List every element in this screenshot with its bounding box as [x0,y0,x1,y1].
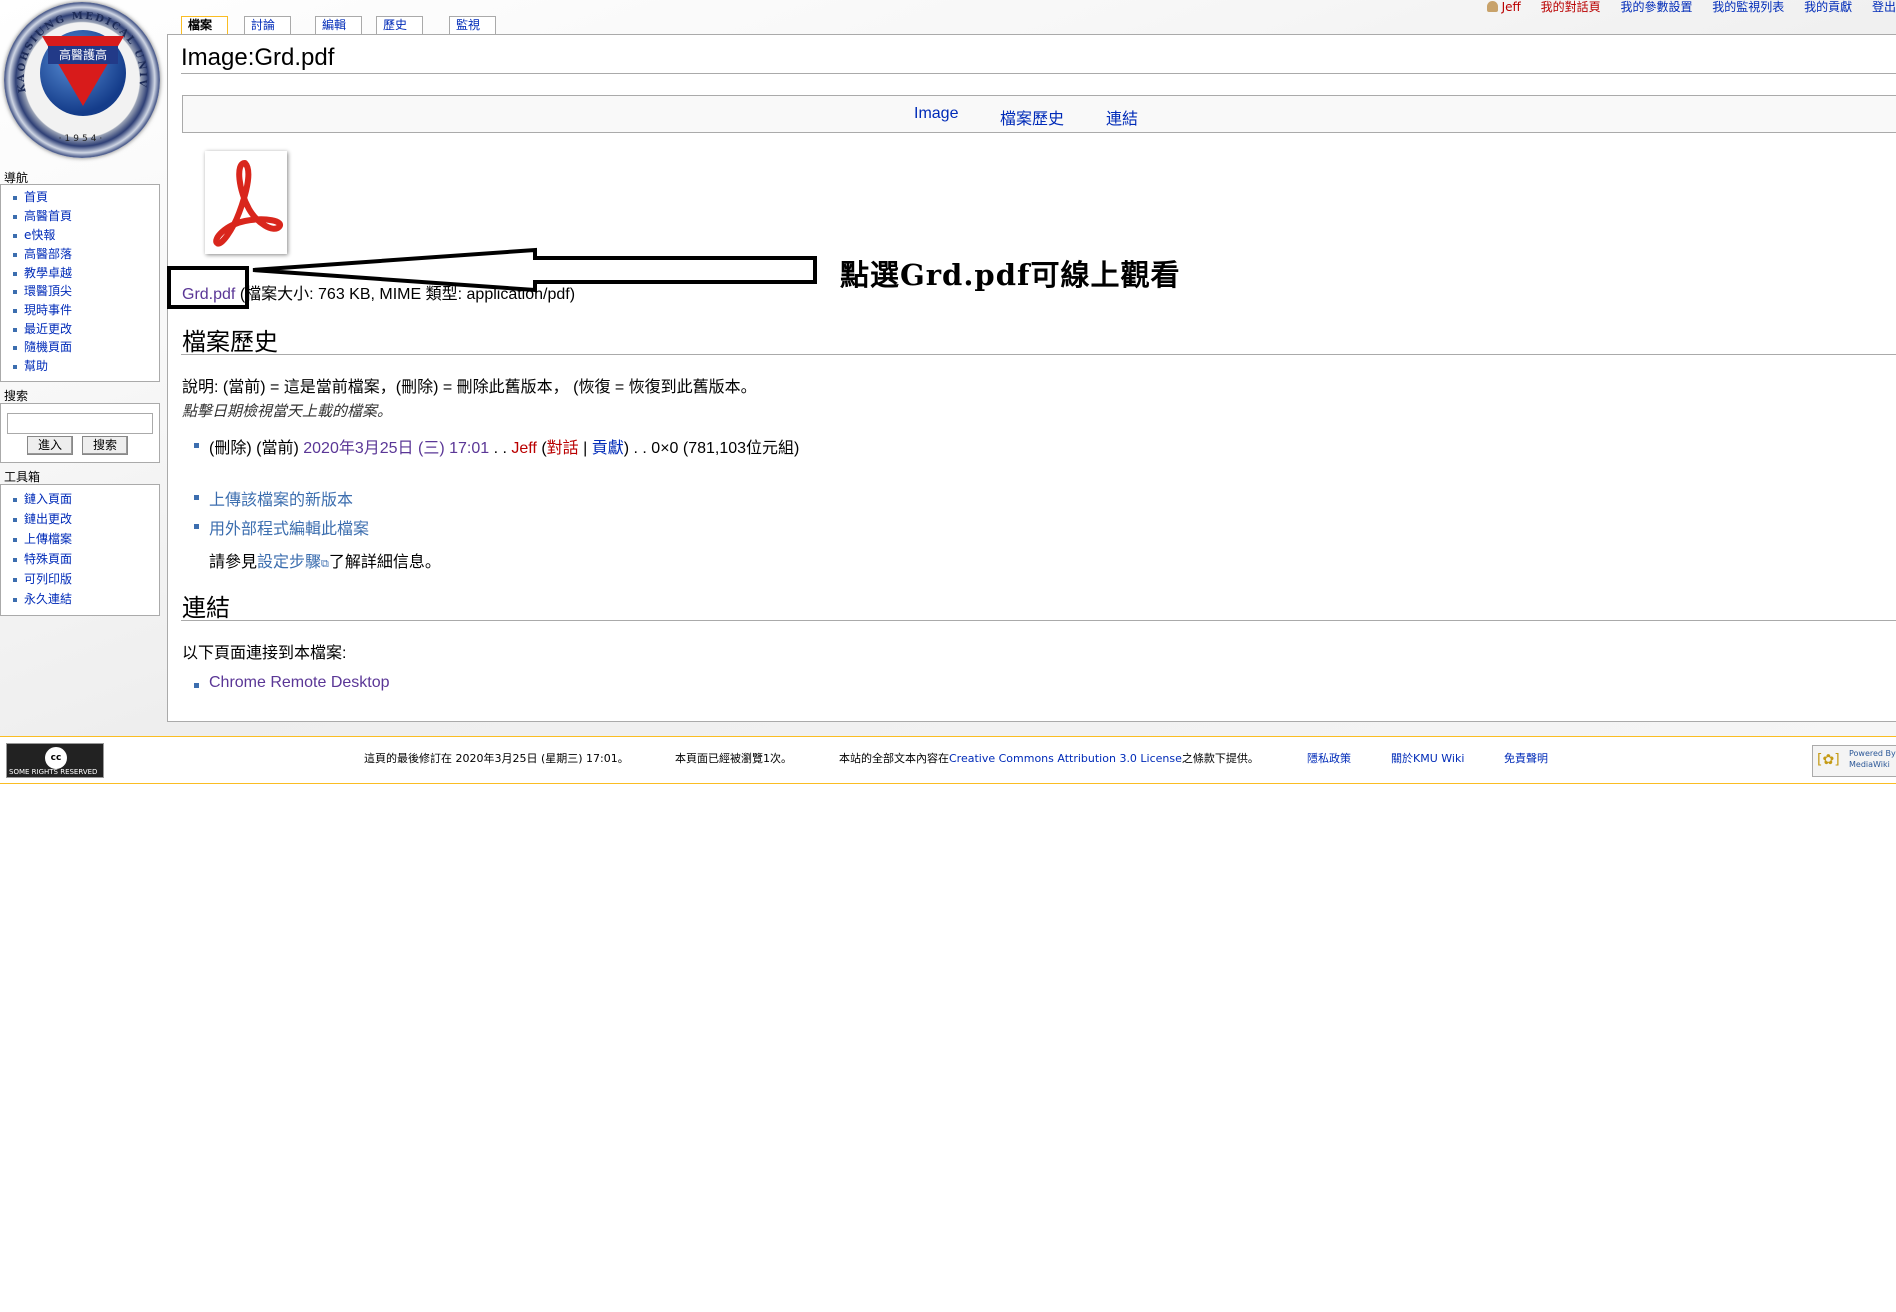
tab-discussion[interactable]: 討論 [244,16,291,34]
logo-band-text: 高醫護高 [48,46,118,64]
setup-steps-link[interactable]: 設定步驟 [257,554,321,571]
delete-link[interactable]: (刪除) [209,440,252,457]
title-divider [181,73,1896,74]
footer: cc SOME RIGHTS RESERVED 這頁的最後修訂在 2020年3月… [0,736,1896,784]
history-contribs-link[interactable]: 貢獻 [592,440,624,457]
linked-page-link[interactable]: Chrome Remote Desktop [209,674,390,691]
sidebar-item-recent-changes[interactable]: 最近更改 [24,322,72,336]
see-also-row: 請參見設定步驟⧉了解詳細信息。 [209,548,441,572]
annotation-text: 點選Grd.pdf可線上觀看 [840,258,1181,292]
history-divider [181,354,1896,355]
logout-link[interactable]: 登出 [1872,0,1896,14]
paren-open: ( [536,440,547,457]
tab-edit[interactable]: 編輯 [315,16,362,34]
cc-text: SOME RIGHTS RESERVED [9,768,98,776]
toolbox-item-upload[interactable]: 上傳檔案 [24,532,72,546]
annotation-arrow-icon [252,247,817,293]
external-link-icon: ⧉ [321,558,329,570]
toolbox-heading: 工具箱 [4,470,41,484]
toolbox-item-special-pages[interactable]: 特殊頁面 [24,552,72,566]
watchlist-link[interactable]: 我的監視列表 [1712,0,1784,14]
sidebar-item-help[interactable]: 幫助 [24,359,48,373]
sidebar-item-environment[interactable]: 環醫頂尖 [24,284,72,298]
toolbox-item-permalink[interactable]: 永久連結 [24,592,72,606]
history-size: . . 0×0 (781,103位元組) [629,440,800,457]
sidebar-item-enews[interactable]: e快報 [24,228,55,242]
external-edit-row: 用外部程式編輯此檔案 [209,515,369,539]
license-suffix: 之條款下提供。 [1181,752,1259,765]
contributions-link[interactable]: 我的貢獻 [1804,0,1852,14]
footer-license: 本站的全部文本內容在Creative Commons Attribution 3… [839,750,1259,766]
sidebar-item-home[interactable]: 首頁 [24,190,48,204]
tab-watch[interactable]: 監視 [449,16,496,34]
tab-file[interactable]: 檔案 [181,16,228,34]
search-button[interactable]: 搜索 [82,436,128,455]
history-heading: 檔案歷史 [182,328,278,356]
toc-links-link[interactable]: 連結 [1106,105,1138,129]
logo-year: ·1954· [58,134,106,144]
links-heading: 連結 [182,594,230,622]
cc-icon: cc [45,747,67,769]
sidebar-item-kmu-home[interactable]: 高醫首頁 [24,209,72,223]
sidebar-item-current-events[interactable]: 現時事件 [24,303,72,317]
upload-row: 上傳該檔案的新版本 [209,486,353,510]
toc-history-link[interactable]: 檔案歷史 [1000,105,1064,129]
highlight-box [167,266,249,309]
see-also-prefix: 請參見 [209,554,258,571]
university-logo[interactable]: KAOHSIUNG MEDICAL UNIVERSITY 高醫護高 ·1954· [4,2,160,158]
sidebar-item-random[interactable]: 隨機頁面 [24,340,72,354]
toolbox-item-related-changes[interactable]: 鏈出更改 [24,512,72,526]
acrobat-logo-icon [213,160,284,247]
history-talk-link[interactable]: 對話 [547,440,579,457]
history-date-link[interactable]: 2020年3月25日 (三) 17:01 [303,440,489,457]
pipe: | [578,440,592,457]
history-hint: 點擊日期檢視當天上載的檔案。 [182,402,393,420]
page-title: Image:Grd.pdf [181,44,335,71]
history-user-link[interactable]: Jeff [511,440,537,457]
bullet-icon [194,683,199,688]
toolbox-item-printable[interactable]: 可列印版 [24,572,72,586]
links-item-row: Chrome Remote Desktop [209,674,390,692]
privacy-link[interactable]: 隱私政策 [1307,750,1351,766]
sidebar-item-teaching[interactable]: 教學卓越 [24,266,72,280]
my-talk-link[interactable]: 我的對話頁 [1541,0,1601,14]
disclaimer-link[interactable]: 免責聲明 [1504,750,1548,766]
sidebar-item-blog[interactable]: 高醫部落 [24,247,72,261]
pdf-icon[interactable] [205,151,287,254]
links-divider [181,620,1896,621]
toolbox-item-whatlinkshere[interactable]: 鏈入頁面 [24,492,72,506]
search-input[interactable] [7,413,153,434]
bullet-icon [194,443,199,448]
mediawiki-badge[interactable]: [✿] Powered By MediaWiki [1812,745,1896,777]
history-legend: 說明: (當前) = 這是當前檔案，(刪除) = 刪除此舊版本， (恢復 = 恢… [182,379,757,396]
separator: . . [489,440,512,457]
preferences-link[interactable]: 我的參數設置 [1620,0,1692,14]
mediawiki-icon: [✿] [1817,752,1840,768]
tab-history[interactable]: 歷史 [376,16,423,34]
see-also-suffix: 了解詳細信息。 [328,554,441,571]
bullet-icon [194,495,199,500]
personal-tools: Jeff 我的對話頁 我的參數設置 我的監視列表 我的貢獻 登出 [1471,0,1896,15]
toc-image-link[interactable]: Image [914,105,958,123]
links-intro: 以下頁面連接到本檔案: [182,645,347,662]
bullet-icon [194,524,199,529]
mediawiki-text: Powered By MediaWiki [1849,749,1896,769]
user-icon [1486,1,1498,12]
footer-views: 本頁面已經被瀏覽1次。 [675,752,792,765]
history-entry: (刪除) (當前) 2020年3月25日 (三) 17:01 . . Jeff … [209,434,799,458]
current-label: (當前) [256,440,299,457]
upload-new-version-link[interactable]: 上傳該檔案的新版本 [209,492,353,509]
external-edit-link[interactable]: 用外部程式編輯此檔案 [209,521,369,538]
cc-license-badge[interactable]: cc SOME RIGHTS RESERVED [6,743,104,778]
search-heading: 搜索 [4,389,29,403]
about-link[interactable]: 關於KMU Wiki [1391,750,1464,766]
file-toc: Image 檔案歷史 連結 [182,95,1896,133]
license-link[interactable]: Creative Commons Attribution 3.0 License [949,752,1182,765]
license-prefix: 本站的全部文本內容在 [839,752,949,765]
user-link[interactable]: Jeff [1486,0,1521,14]
go-button[interactable]: 進入 [27,436,73,455]
footer-lastmod: 這頁的最後修訂在 2020年3月25日 (星期三) 17:01。 [364,752,629,765]
